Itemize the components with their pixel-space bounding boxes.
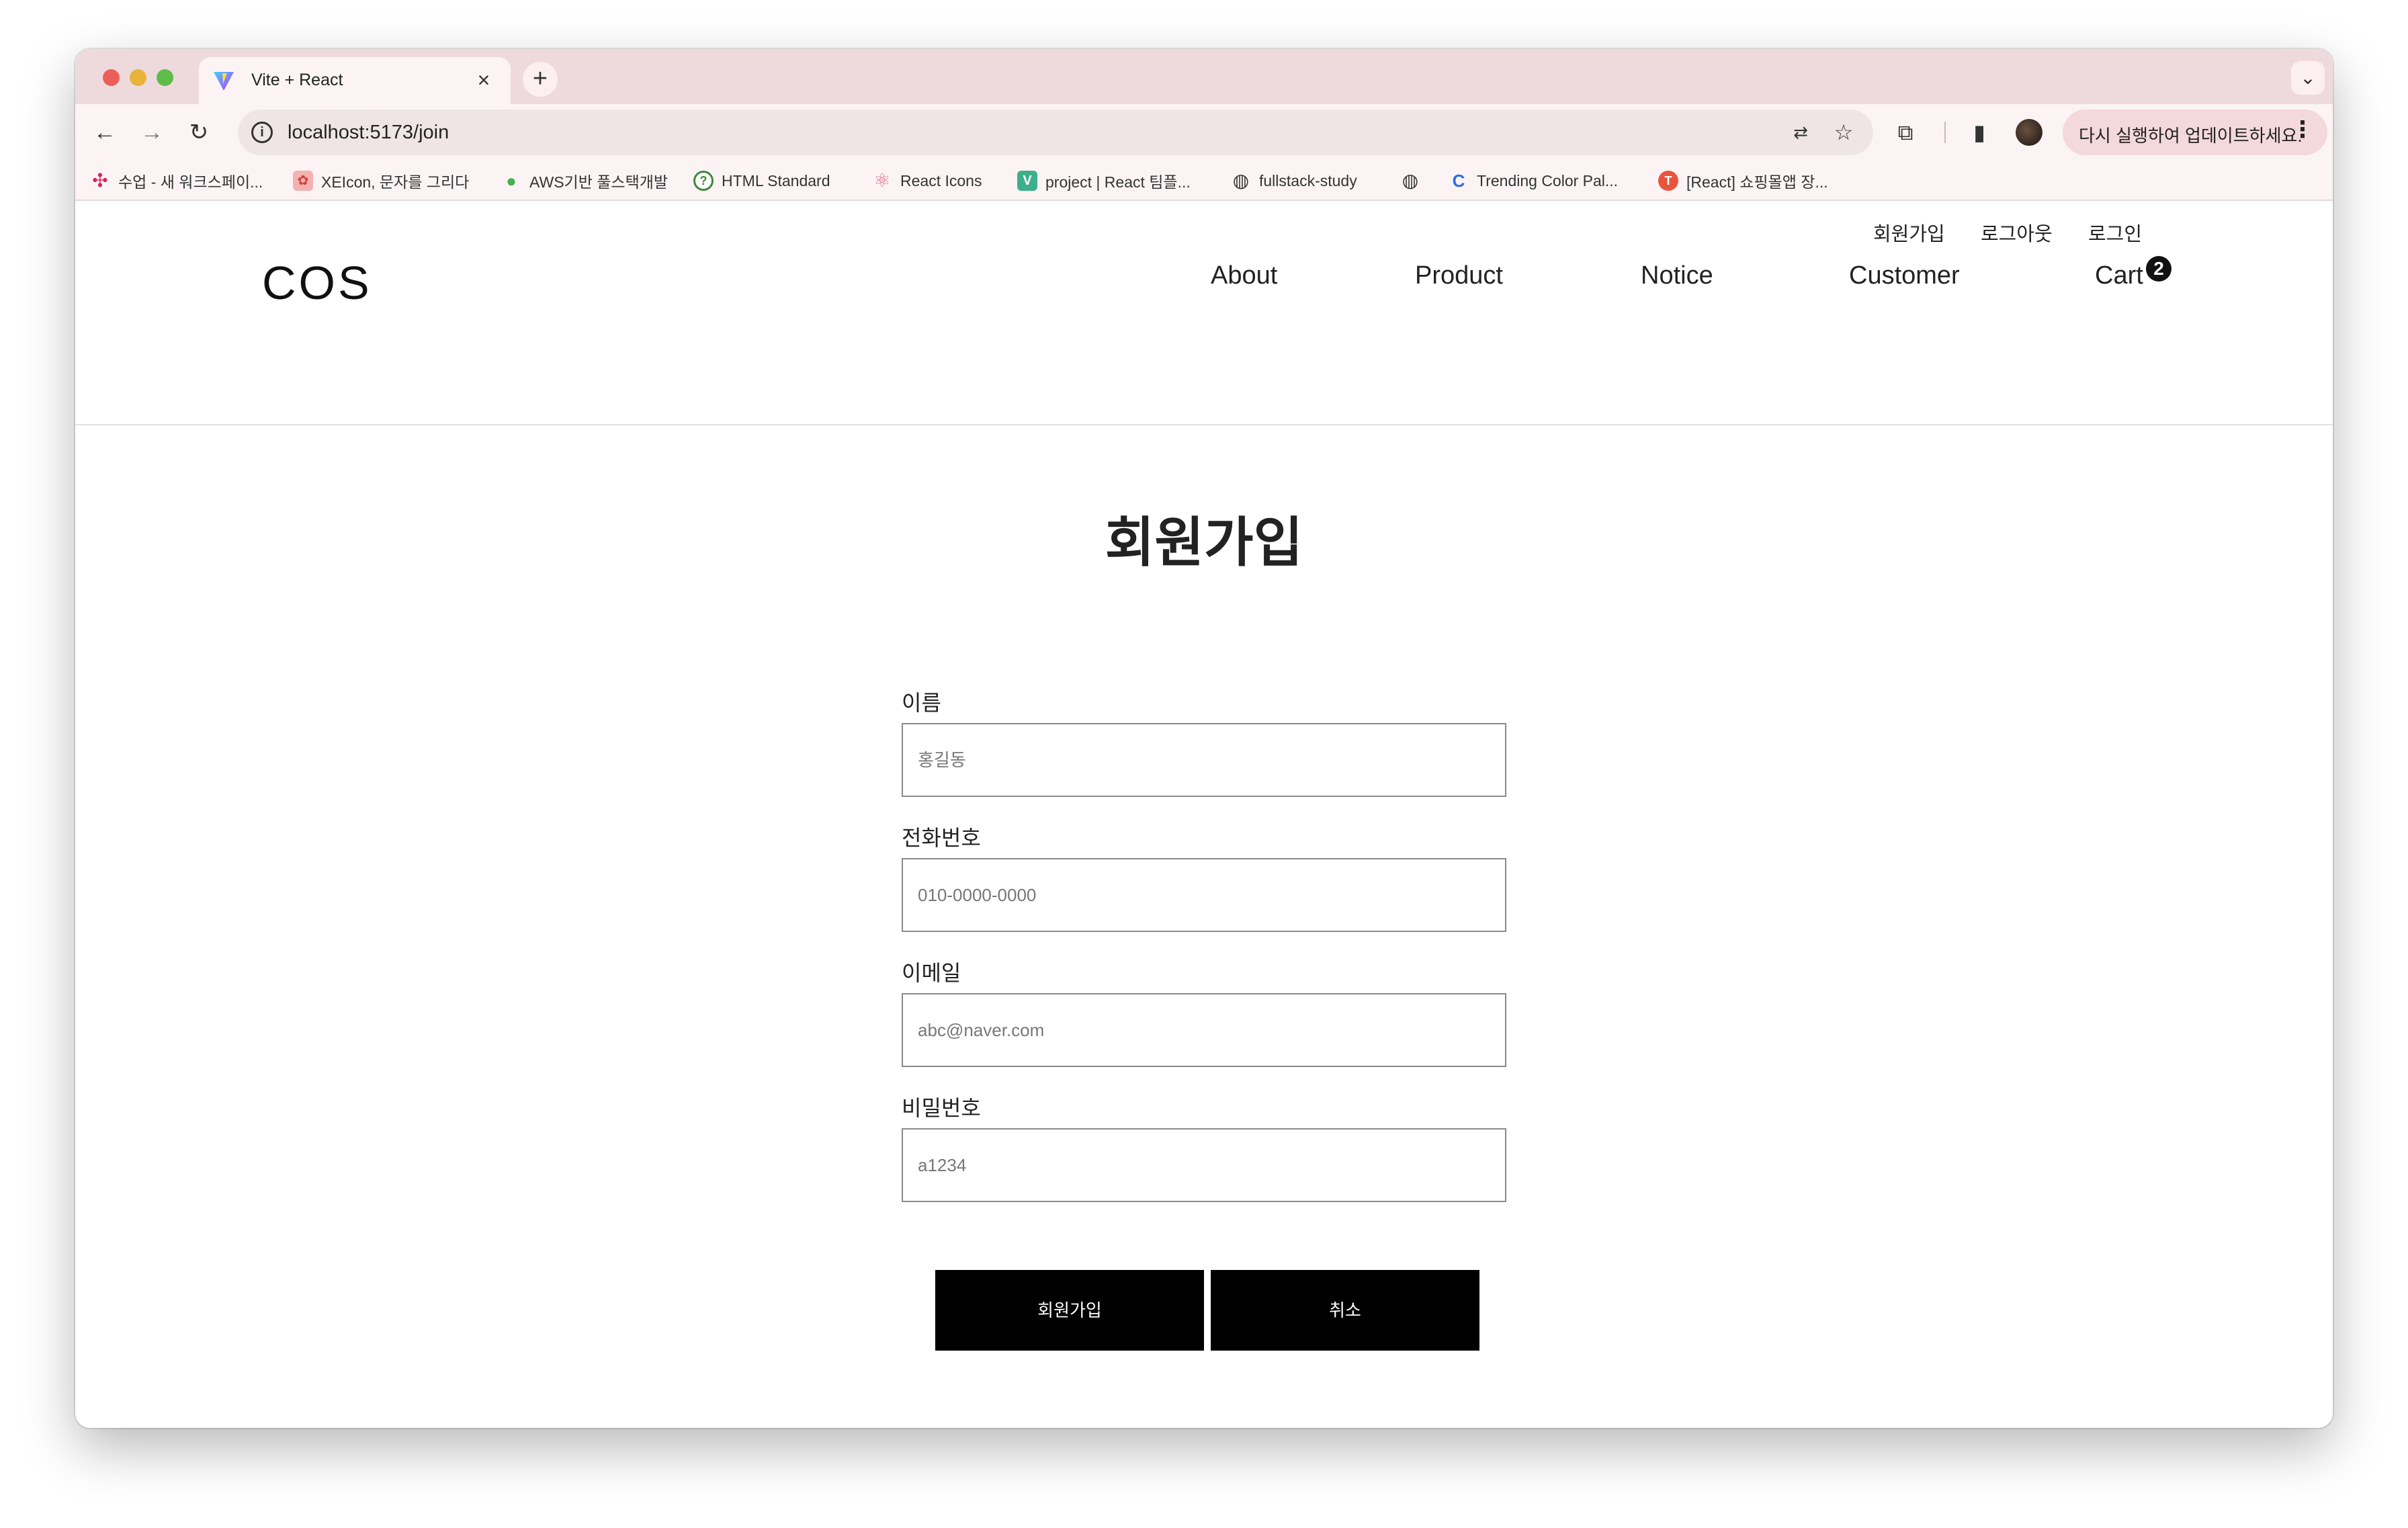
util-link-signup[interactable]: 회원가입 bbox=[1873, 218, 1945, 247]
bookmark-star-icon[interactable]: ☆ bbox=[1830, 119, 1857, 146]
email-label: 이메일 bbox=[902, 961, 961, 985]
globe-icon: ◍ bbox=[1402, 170, 1419, 191]
reload-icon[interactable]: ↻ bbox=[180, 114, 218, 151]
bookmark-item[interactable]: ? HTML Standard bbox=[693, 169, 830, 193]
more-menu-icon[interactable]: ⋮ bbox=[2291, 116, 2314, 143]
bookmark-label: Trending Color Pal... bbox=[1477, 171, 1619, 189]
window-minimize-button[interactable] bbox=[130, 69, 146, 86]
extensions-puzzle-icon[interactable]: ⧉ bbox=[1887, 114, 1924, 151]
help-circle-icon: ? bbox=[693, 171, 714, 191]
tab-search-chevron-icon[interactable]: ⌄ bbox=[2291, 61, 2325, 95]
slack-icon: ✣ bbox=[92, 170, 108, 191]
nav-about[interactable]: About bbox=[1211, 261, 1277, 290]
cart-count-badge: 2 bbox=[2146, 256, 2172, 282]
bookmark-item[interactable]: ◍ bbox=[1400, 169, 1428, 193]
bookmark-label: fullstack-study bbox=[1259, 171, 1357, 189]
v-icon: V bbox=[1017, 171, 1037, 191]
password-input[interactable] bbox=[902, 1128, 1506, 1202]
bookmark-item[interactable]: ● AWS기반 풀스택개발 bbox=[501, 169, 668, 193]
globe-icon: ◍ bbox=[1232, 170, 1250, 191]
password-label: 비밀번호 bbox=[902, 1096, 981, 1120]
new-tab-button[interactable]: + bbox=[523, 62, 558, 97]
bookmark-item[interactable]: ✿ XEIcon, 문자를 그리다 bbox=[293, 169, 469, 193]
url-text[interactable]: localhost:5173/join bbox=[288, 122, 449, 144]
window-close-button[interactable] bbox=[103, 69, 120, 86]
header-divider bbox=[75, 424, 2333, 425]
vite-icon bbox=[214, 72, 234, 91]
site-info-icon[interactable]: i bbox=[251, 122, 273, 143]
util-link-login[interactable]: 로그인 bbox=[2088, 218, 2142, 247]
util-link-logout[interactable]: 로그아웃 bbox=[1981, 218, 2053, 247]
window-maximize-button[interactable] bbox=[157, 69, 173, 86]
side-panel-icon[interactable]: ▮ bbox=[1961, 114, 1998, 151]
bookmark-item[interactable]: ✣ 수업 - 새 워크스페이... bbox=[90, 169, 263, 193]
signup-submit-button[interactable]: 회원가입 bbox=[935, 1270, 1204, 1351]
bookmark-label: project | React 팀플... bbox=[1045, 173, 1191, 191]
email-input[interactable] bbox=[902, 993, 1506, 1067]
tab-vite-react[interactable]: Vite + React × bbox=[199, 57, 511, 104]
bookmark-item[interactable]: ◍ fullstack-study bbox=[1231, 169, 1357, 193]
back-arrow-icon[interactable]: ← bbox=[86, 114, 124, 151]
bookmark-label: AWS기반 풀스택개발 bbox=[529, 173, 669, 191]
bookmark-item[interactable]: ⚛ React Icons bbox=[872, 169, 982, 193]
bookmark-item[interactable]: T [React] 쇼핑몰앱 장... bbox=[1658, 169, 1828, 193]
update-label: 다시 실행하여 업데이트하세요. bbox=[2079, 126, 2303, 146]
bookmark-item[interactable]: C Trending Color Pal... bbox=[1449, 169, 1618, 193]
translate-icon[interactable]: ⇄ bbox=[1787, 119, 1814, 146]
tab-strip: Vite + React × + ⌄ bbox=[75, 49, 2333, 104]
browser-toolbar: ← → ↻ i localhost:5173/join ⇄ ☆ ⧉ ▮ 다시 실… bbox=[75, 104, 2333, 161]
bookmark-item[interactable]: V project | React 팀플... bbox=[1017, 169, 1191, 193]
cancel-button[interactable]: 취소 bbox=[1211, 1270, 1479, 1351]
name-label: 이름 bbox=[902, 691, 941, 715]
phone-label: 전화번호 bbox=[902, 826, 981, 850]
bookmarks-bar: ✣ 수업 - 새 워크스페이... ✿ XEIcon, 문자를 그리다 ● AW… bbox=[75, 161, 2333, 201]
leaf-icon: ● bbox=[506, 171, 517, 191]
update-button[interactable]: 다시 실행하여 업데이트하세요. ⋮ bbox=[2063, 110, 2327, 155]
phone-input[interactable] bbox=[902, 858, 1506, 932]
bookmark-label: XEIcon, 문자를 그리다 bbox=[321, 173, 470, 191]
tab-close-icon[interactable]: × bbox=[472, 67, 496, 93]
nav-customer[interactable]: Customer bbox=[1849, 261, 1960, 290]
c-icon: C bbox=[1452, 171, 1465, 191]
page-title: 회원가입 bbox=[1105, 513, 1303, 572]
nav-product[interactable]: Product bbox=[1415, 261, 1503, 290]
bookmark-label: 수업 - 새 워크스페이... bbox=[118, 173, 263, 191]
react-icon: ⚛ bbox=[873, 170, 891, 191]
page-content: COS 회원가입 로그아웃 로그인 About Product Notice C… bbox=[75, 201, 2333, 1428]
forward-arrow-icon[interactable]: → bbox=[133, 114, 171, 151]
profile-avatar[interactable] bbox=[2016, 119, 2042, 146]
browser-window: Vite + React × + ⌄ ← → ↻ i localhost:517… bbox=[75, 49, 2333, 1428]
nav-cart[interactable]: Cart bbox=[2095, 261, 2143, 290]
nav-notice[interactable]: Notice bbox=[1641, 261, 1713, 290]
site-logo[interactable]: COS bbox=[262, 256, 372, 310]
tistory-icon: T bbox=[1658, 171, 1678, 191]
bookmark-label: HTML Standard bbox=[722, 171, 830, 189]
address-bar[interactable]: i localhost:5173/join ⇄ ☆ bbox=[238, 110, 1873, 155]
name-input[interactable] bbox=[902, 723, 1506, 797]
bookmark-label: React Icons bbox=[900, 171, 982, 189]
bookmark-label: [React] 쇼핑몰앱 장... bbox=[1686, 173, 1828, 191]
tab-title: Vite + React bbox=[251, 71, 343, 89]
xeicon-icon: ✿ bbox=[293, 171, 313, 191]
toolbar-divider bbox=[1944, 122, 1946, 143]
